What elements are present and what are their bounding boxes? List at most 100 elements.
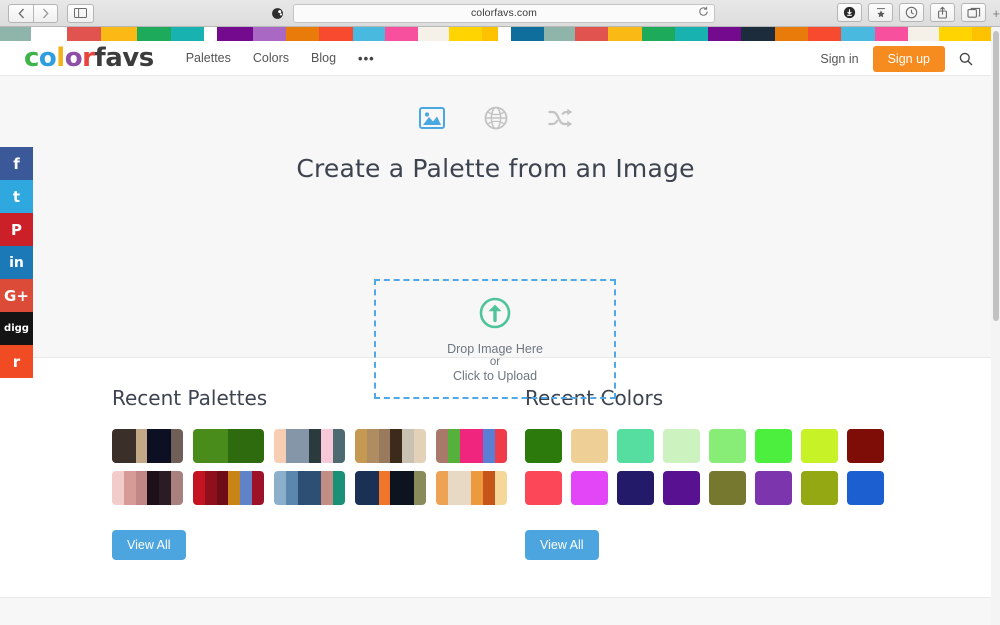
- stripe-segment: [907, 27, 939, 41]
- stripe-segment: [544, 27, 575, 41]
- download-icon[interactable]: [837, 3, 862, 22]
- tab-from-image[interactable]: [417, 104, 447, 132]
- social-link-googleplus[interactable]: G+: [0, 279, 33, 312]
- palette-swatch: [333, 429, 345, 463]
- palette-3[interactable]: [274, 429, 345, 463]
- palette-7[interactable]: [193, 471, 264, 505]
- search-icon[interactable]: [959, 52, 973, 66]
- tab-from-url[interactable]: [481, 104, 511, 132]
- url-input[interactable]: colorfavs.com: [293, 3, 715, 23]
- social-link-pinterest[interactable]: P: [0, 213, 33, 246]
- page-scrollbar[interactable]: [991, 27, 1000, 625]
- hero-section: Create a Palette from an Image Drop Imag…: [0, 76, 991, 399]
- stripe-segment: [170, 27, 205, 41]
- forward-button[interactable]: [33, 3, 58, 23]
- social-link-digg[interactable]: digg: [0, 312, 33, 345]
- palette-9[interactable]: [355, 471, 426, 505]
- stripe-segment: [217, 27, 253, 41]
- palette-swatch: [436, 471, 448, 505]
- share-icon[interactable]: [930, 3, 955, 22]
- recent-palettes-column: Recent Palettes View All: [112, 386, 517, 583]
- stripe-segment: [807, 27, 842, 41]
- image-dropzone[interactable]: Drop Image Here or Click to Upload: [374, 279, 616, 399]
- color-swatch-14[interactable]: [755, 471, 792, 505]
- palette-swatch: [366, 471, 379, 505]
- color-stripe-banner: [0, 27, 992, 41]
- social-link-facebook[interactable]: f: [0, 147, 33, 180]
- palette-swatch: [240, 429, 253, 463]
- color-swatch-12[interactable]: [663, 471, 700, 505]
- palette-swatch: [171, 429, 183, 463]
- site-logo[interactable]: color favs: [24, 43, 154, 73]
- palette-swatch: [135, 471, 148, 505]
- palette-swatch: [159, 471, 172, 505]
- palette-swatch: [414, 429, 426, 463]
- sign-up-button[interactable]: Sign up: [872, 45, 945, 72]
- palette-swatch: [495, 429, 507, 463]
- palette-2[interactable]: [193, 429, 264, 463]
- color-swatch-3[interactable]: [617, 429, 654, 463]
- color-swatch-13[interactable]: [709, 471, 746, 505]
- stripe-segment: [204, 27, 217, 41]
- palette-1[interactable]: [112, 429, 183, 463]
- color-swatch-1[interactable]: [525, 429, 562, 463]
- address-bar-area: colorfavs.com: [268, 3, 715, 23]
- color-swatch-5[interactable]: [709, 429, 746, 463]
- new-tab-button[interactable]: +: [992, 6, 1000, 21]
- palette-10[interactable]: [436, 471, 507, 505]
- social-link-twitter[interactable]: t: [0, 180, 33, 213]
- social-link-reddit[interactable]: r: [0, 345, 33, 378]
- logo-color-letters: color: [24, 43, 95, 73]
- color-swatch-11[interactable]: [617, 471, 654, 505]
- stripe-segment: [67, 27, 102, 41]
- color-swatch-9[interactable]: [525, 471, 562, 505]
- tab-random[interactable]: [545, 104, 575, 132]
- stripe-segment: [608, 27, 642, 41]
- color-swatch-16[interactable]: [847, 471, 884, 505]
- nav-buttons-group: [8, 3, 58, 23]
- color-swatch-7[interactable]: [801, 429, 838, 463]
- sign-in-link[interactable]: Sign in: [820, 52, 858, 66]
- logo-letter: o: [64, 43, 83, 73]
- stripe-segment: [101, 27, 137, 41]
- social-link-linkedin[interactable]: in: [0, 246, 33, 279]
- logo-letter: l: [56, 43, 65, 73]
- palette-swatch: [355, 429, 367, 463]
- palette-swatch: [112, 429, 124, 463]
- history-icon[interactable]: [899, 3, 924, 22]
- back-button[interactable]: [8, 3, 33, 23]
- bookmarks-icon[interactable]: [868, 3, 893, 22]
- color-swatch-grid: [525, 429, 905, 505]
- footer-band: [0, 597, 991, 625]
- palette-swatch: [471, 429, 484, 463]
- palette-8[interactable]: [274, 471, 345, 505]
- nav-item-blog[interactable]: Blog: [311, 51, 336, 65]
- color-swatch-4[interactable]: [663, 429, 700, 463]
- palette-swatch: [228, 471, 241, 505]
- nav-more-icon[interactable]: •••: [358, 51, 375, 66]
- stripe-segment: [384, 27, 419, 41]
- scrollbar-thumb[interactable]: [993, 31, 999, 321]
- reload-icon[interactable]: [698, 4, 709, 22]
- palette-swatch: [147, 471, 160, 505]
- nav-item-colors[interactable]: Colors: [253, 51, 289, 65]
- color-swatch-8[interactable]: [847, 429, 884, 463]
- palette-4[interactable]: [355, 429, 426, 463]
- color-swatch-10[interactable]: [571, 471, 608, 505]
- sidebar-toggle-button[interactable]: [67, 3, 94, 23]
- color-swatch-2[interactable]: [571, 429, 608, 463]
- nav-item-palettes[interactable]: Palettes: [186, 51, 231, 65]
- palette-swatch: [471, 471, 484, 505]
- tabs-icon[interactable]: [961, 3, 986, 22]
- palette-swatch: [333, 471, 345, 505]
- color-swatch-6[interactable]: [755, 429, 792, 463]
- palette-swatch: [447, 429, 460, 463]
- palette-5[interactable]: [436, 429, 507, 463]
- social-share-rail: f t Pin G+ digg r: [0, 147, 33, 378]
- palette-swatch: [436, 429, 448, 463]
- stripe-segment: [510, 27, 545, 41]
- view-all-palettes-button[interactable]: View All: [112, 530, 186, 560]
- color-swatch-15[interactable]: [801, 471, 838, 505]
- palette-6[interactable]: [112, 471, 183, 505]
- view-all-colors-button[interactable]: View All: [525, 530, 599, 560]
